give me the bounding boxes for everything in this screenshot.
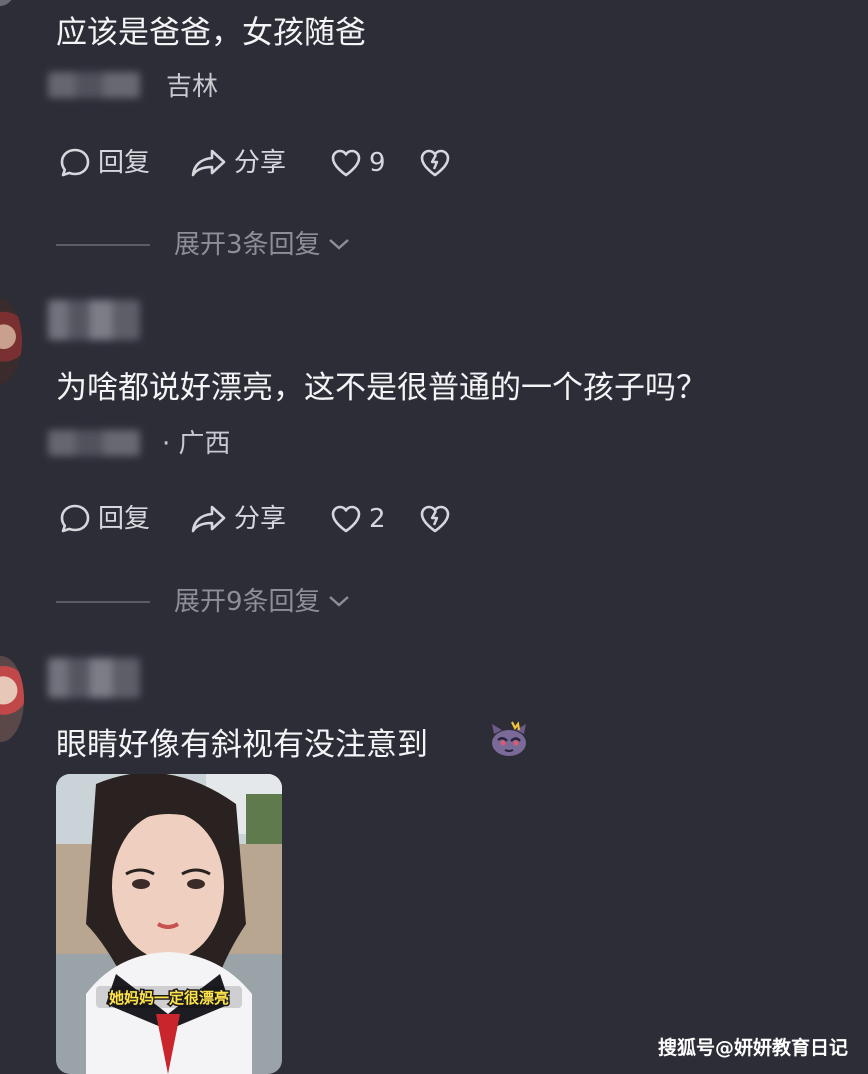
image-caption: 她妈妈一定很漂亮 [109, 989, 229, 1007]
divider [56, 601, 150, 603]
broken-heart-icon [418, 146, 452, 180]
heart-icon [329, 146, 363, 180]
comment-image[interactable]: 她妈妈一定很漂亮 [56, 774, 282, 1074]
reply-label: 回复 [98, 504, 151, 534]
blurred-date [48, 430, 140, 456]
like-count: 9 [369, 148, 386, 178]
like-count: 2 [369, 504, 386, 534]
share-label: 分享 [234, 148, 287, 178]
share-arrow-icon [190, 146, 228, 180]
blurred-date [48, 72, 140, 98]
share-button[interactable]: 分享 [190, 502, 286, 536]
comment-text: 为啥都说好漂亮，这不是很普通的一个孩子吗？ [56, 370, 707, 406]
expand-replies-label: 展开9条回复 [174, 587, 321, 617]
like-button[interactable]: 2 [329, 502, 386, 536]
reply-label: 回复 [98, 148, 151, 178]
dislike-button[interactable] [418, 146, 452, 180]
comment-location: · 广西 [162, 429, 231, 459]
share-label: 分享 [234, 504, 287, 534]
broken-heart-icon [418, 502, 452, 536]
expand-replies-button[interactable]: 展开9条回复 [56, 585, 351, 619]
expand-replies-button[interactable]: 展开3条回复 [56, 228, 351, 262]
share-button[interactable]: 分享 [190, 146, 286, 180]
comment-text: 眼睛好像有斜视有没注意到 [56, 727, 428, 763]
chevron-down-icon [321, 228, 351, 262]
expand-replies-label: 展开3条回复 [174, 230, 321, 260]
divider [56, 244, 150, 246]
blurred-username [48, 300, 140, 340]
avatar[interactable] [0, 656, 24, 742]
comment-bubble-icon [58, 502, 92, 536]
like-button[interactable]: 9 [329, 146, 386, 180]
comment-bubble-icon [58, 146, 92, 180]
heart-icon [329, 502, 363, 536]
comment-text: 应该是爸爸，女孩随爸 [56, 15, 366, 51]
avatar[interactable] [0, 298, 22, 384]
watermark: 搜狐号@妍妍教育日记 [657, 1037, 848, 1059]
avatar[interactable] [0, 0, 20, 6]
share-arrow-icon [190, 502, 228, 536]
reply-button[interactable]: 回复 [58, 146, 150, 180]
reply-button[interactable]: 回复 [58, 502, 150, 536]
cat-face-emoji [488, 720, 530, 762]
comment-location: 吉林 [166, 72, 219, 102]
chevron-down-icon [321, 585, 351, 619]
dislike-button[interactable] [418, 502, 452, 536]
blurred-username [48, 658, 140, 698]
